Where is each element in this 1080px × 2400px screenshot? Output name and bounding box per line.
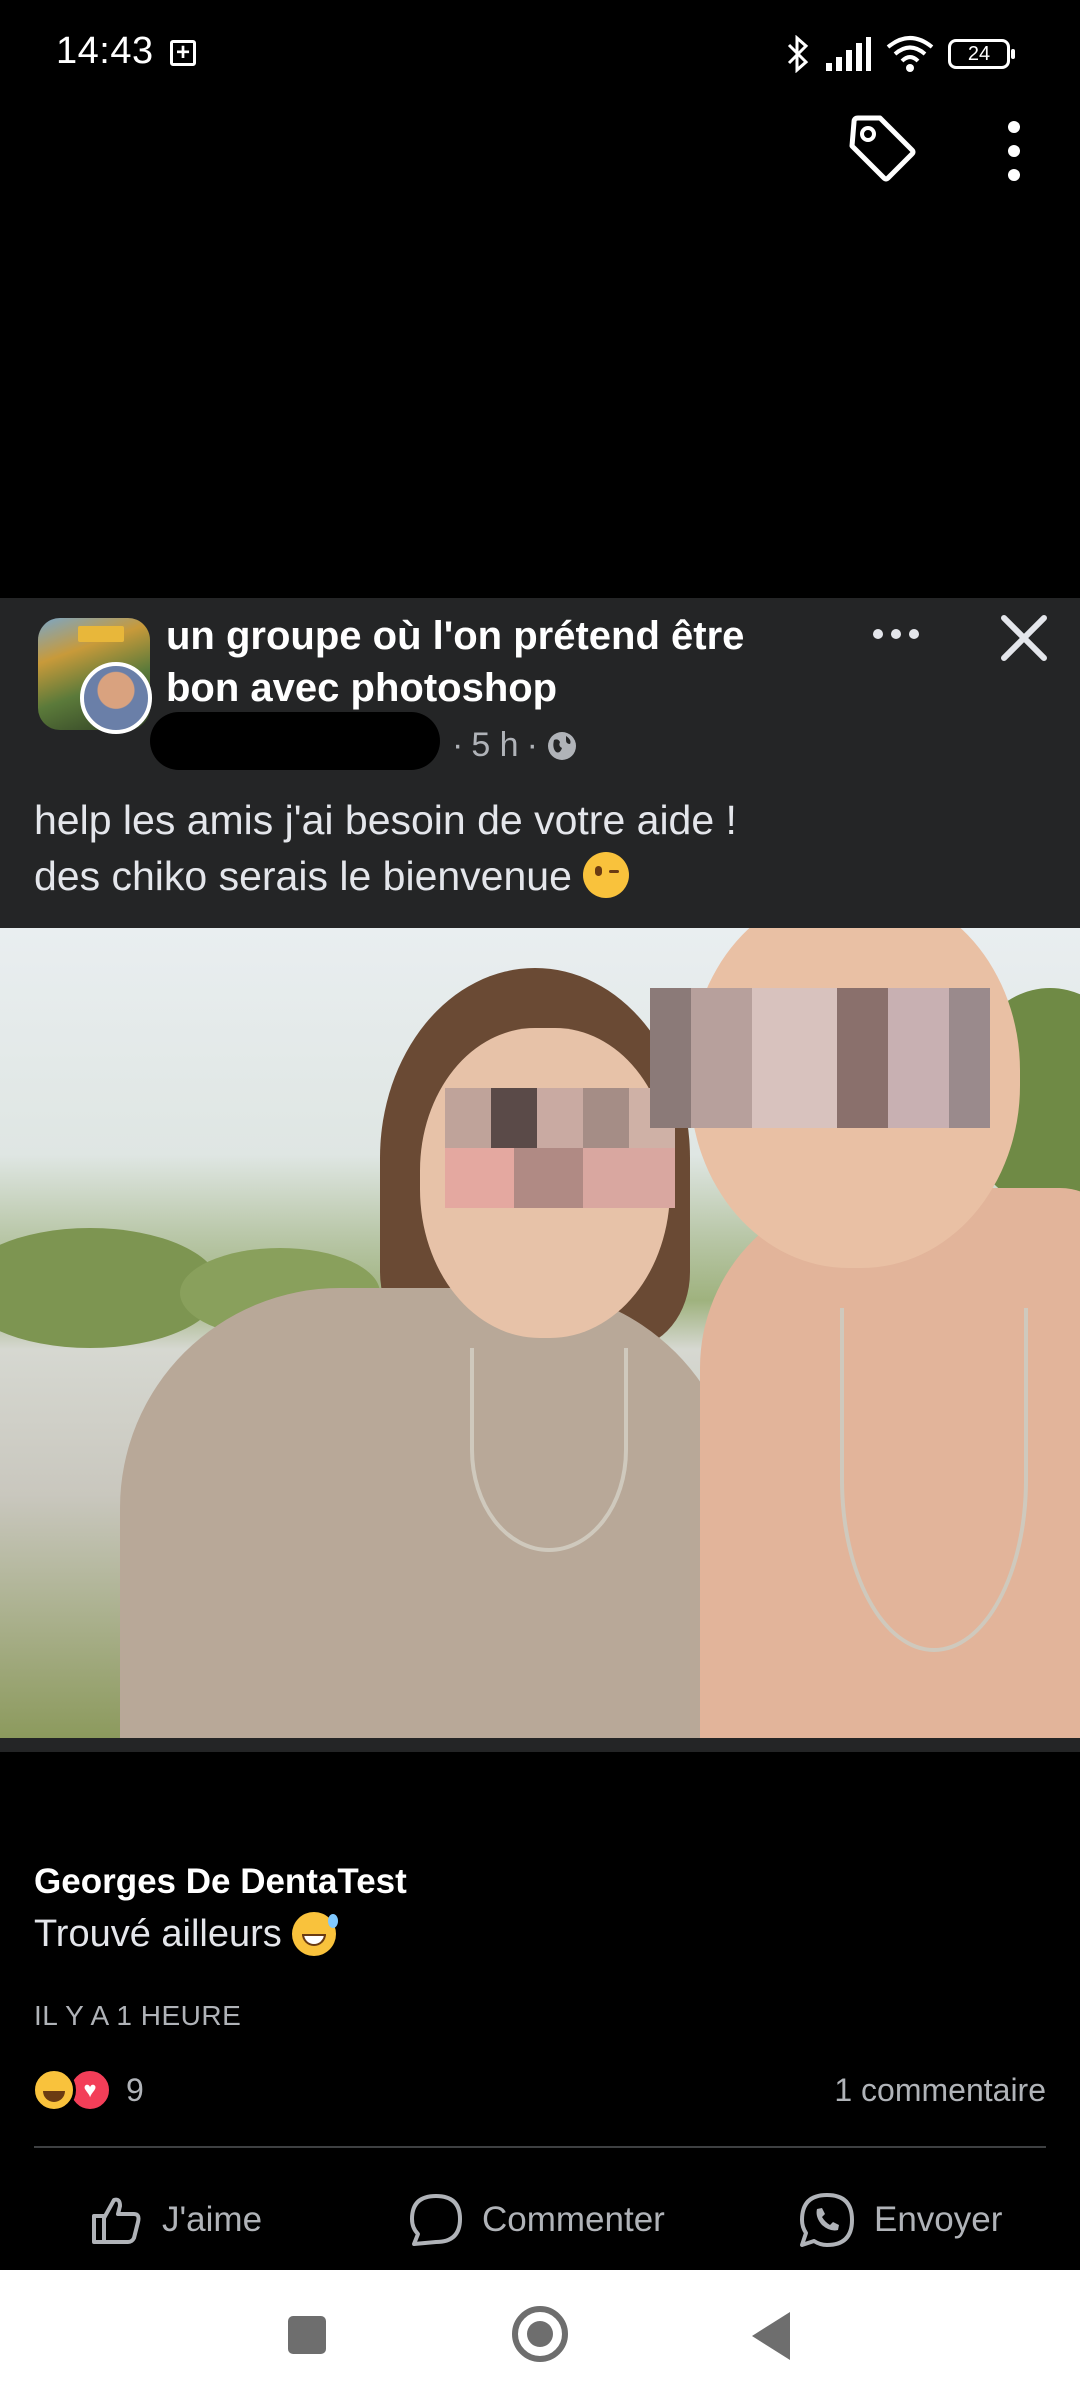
comment-time: IL Y A 1 HEURE bbox=[34, 2000, 242, 2031]
close-icon bbox=[1001, 615, 1047, 661]
post-separator: · bbox=[452, 726, 464, 764]
group-name[interactable]: un groupe où l'on prétend être bon avec … bbox=[166, 610, 806, 714]
back-button[interactable] bbox=[752, 2312, 790, 2360]
tag-icon bbox=[849, 115, 916, 182]
like-button[interactable]: J'aime bbox=[88, 2180, 262, 2260]
bluetooth-icon bbox=[787, 35, 809, 73]
close-button[interactable] bbox=[994, 608, 1054, 668]
globe-icon bbox=[547, 731, 576, 760]
comment-label: Commenter bbox=[482, 2200, 665, 2239]
post-meta: · 5 h · bbox=[452, 726, 578, 765]
comment-bubble-icon bbox=[410, 2194, 462, 2246]
post-text-line: help les amis j'ai besoin de votre aide … bbox=[34, 797, 737, 843]
post-options-button[interactable] bbox=[868, 614, 924, 654]
more-horizontal-icon bbox=[873, 629, 919, 639]
photo-bottom-bar bbox=[0, 1738, 1080, 1752]
post-text-content: des chiko serais le bienvenue bbox=[34, 853, 572, 899]
post-text: help les amis j'ai besoin de votre aide … bbox=[34, 792, 1034, 904]
home-button[interactable] bbox=[512, 2306, 568, 2362]
author-avatar[interactable] bbox=[80, 662, 152, 734]
comment-text: Trouvé ailleurs bbox=[34, 1912, 338, 1956]
send-label: Envoyer bbox=[874, 2200, 1003, 2239]
tag-button[interactable] bbox=[846, 112, 918, 184]
post-text-line: des chiko serais le bienvenue bbox=[34, 848, 1034, 904]
send-button[interactable]: Envoyer bbox=[798, 2180, 1002, 2260]
haha-reaction-icon bbox=[32, 2068, 76, 2112]
redacted-author-name bbox=[150, 712, 440, 770]
comment-count[interactable]: 1 commentaire bbox=[834, 2072, 1046, 2109]
comment-author[interactable]: Georges De DentaTest bbox=[34, 1862, 407, 1902]
recents-button[interactable] bbox=[288, 2316, 326, 2354]
post-age[interactable]: 5 h bbox=[471, 726, 518, 765]
more-vertical-icon bbox=[1008, 121, 1020, 181]
post-photo[interactable] bbox=[0, 928, 1080, 1738]
more-options-button[interactable] bbox=[990, 118, 1038, 184]
thumbs-up-icon bbox=[92, 2197, 141, 2244]
signal-icon bbox=[826, 37, 871, 71]
reaction-count: 9 bbox=[126, 2071, 144, 2108]
like-label: J'aime bbox=[162, 2200, 263, 2239]
post-separator: · bbox=[526, 726, 538, 764]
whatsapp-icon bbox=[800, 2193, 854, 2247]
comment-text-content: Trouvé ailleurs bbox=[34, 1912, 282, 1955]
winking-face-emoji bbox=[583, 852, 630, 898]
status-icons: 24 bbox=[786, 30, 1015, 78]
divider bbox=[34, 2146, 1046, 2148]
reactions-summary[interactable]: ♥ 9 bbox=[32, 2068, 144, 2112]
grinning-sweat-emoji bbox=[291, 1912, 338, 1956]
comment-button[interactable]: Commenter bbox=[408, 2180, 665, 2260]
status-time: 14:43 bbox=[56, 30, 154, 72]
wifi-icon bbox=[886, 36, 934, 72]
notification-icon: + bbox=[170, 40, 196, 66]
battery-indicator: 24 bbox=[948, 39, 1015, 69]
